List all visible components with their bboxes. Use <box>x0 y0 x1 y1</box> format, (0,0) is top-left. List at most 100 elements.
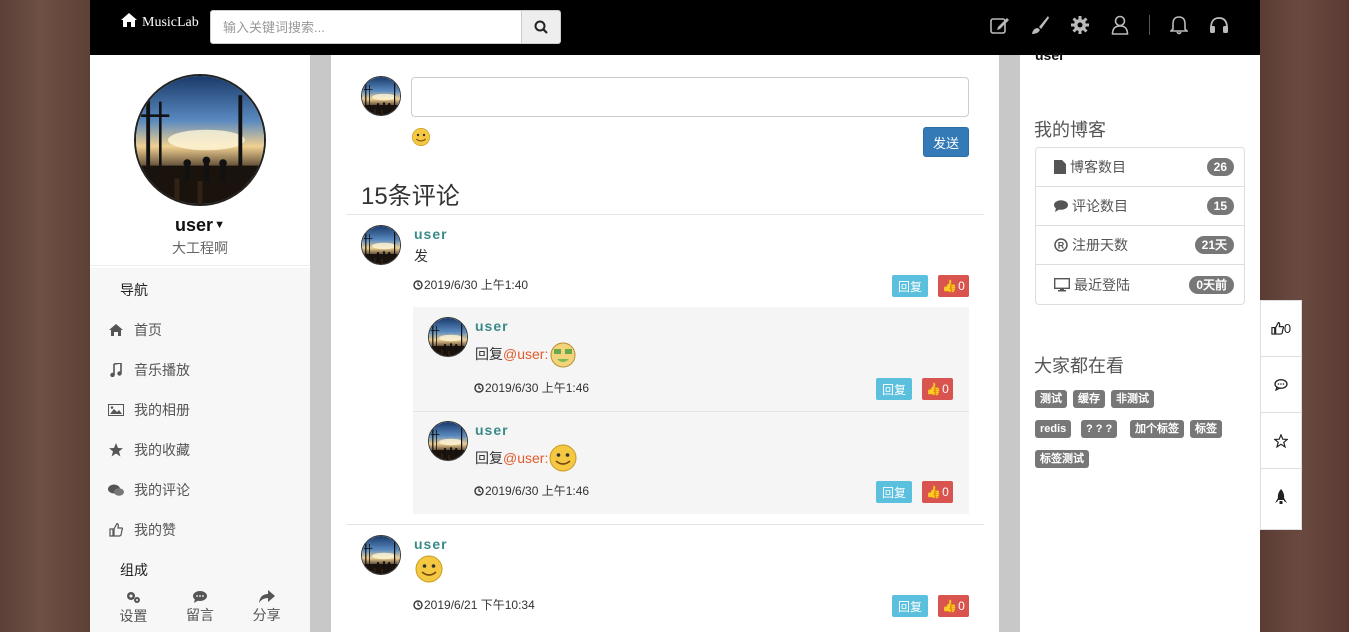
like-button[interactable]: 👍 0 <box>938 275 969 297</box>
like-count: 0 <box>958 279 965 293</box>
like-count: 0 <box>942 382 949 396</box>
smile-face-emoji <box>414 554 444 584</box>
avatar[interactable] <box>428 421 468 461</box>
settings-button[interactable]: 设置 <box>103 583 163 632</box>
sidebar-item-comments[interactable]: 我的评论 <box>108 480 190 500</box>
sidebar-item-label: 首页 <box>134 322 162 338</box>
floating-action-bar: 0 <box>1260 300 1302 530</box>
headphones-icon[interactable] <box>1208 14 1230 36</box>
home-icon <box>108 322 124 338</box>
like-button[interactable]: 👍 0 <box>938 595 969 617</box>
send-button[interactable]: 发送 <box>923 127 969 157</box>
tag[interactable]: 加个标签 <box>1130 420 1184 438</box>
stat-register-days[interactable]: R 注册天数 21天 <box>1036 226 1244 265</box>
bell-icon[interactable] <box>1168 14 1190 36</box>
comment-user[interactable]: user <box>414 226 448 242</box>
right-sidebar: user 我的博客 博客数目 26 评论数目 15 R 注册天数 21天 最近登陆… <box>1020 47 1260 632</box>
thumbs-up-icon <box>108 522 124 538</box>
gear-icon[interactable] <box>1069 14 1091 36</box>
divider <box>90 265 310 266</box>
search-input[interactable] <box>210 10 522 44</box>
share-label: 分享 <box>252 607 281 623</box>
comments-count: 15条评论 <box>361 183 460 210</box>
reply-button[interactable]: 回复 <box>892 275 928 297</box>
tag[interactable]: 标签 <box>1190 420 1222 438</box>
float-favorite-button[interactable] <box>1261 413 1301 469</box>
sidebar-item-favorites[interactable]: 我的收藏 <box>108 440 190 460</box>
user-icon[interactable] <box>1109 14 1131 36</box>
tag[interactable]: 缓存 <box>1073 390 1105 408</box>
comment-time: 2019/6/30 上午1:46 <box>474 379 589 396</box>
sidebar-item-music[interactable]: 音乐播放 <box>108 360 190 380</box>
avatar[interactable] <box>428 317 468 357</box>
tag[interactable]: redis <box>1035 420 1072 438</box>
tag[interactable]: 标签测试 <box>1035 450 1089 468</box>
brush-icon[interactable] <box>1029 14 1051 36</box>
search-icon <box>534 20 548 34</box>
comment-text: 回复 @user: <box>475 443 578 473</box>
mention-link[interactable]: @user: <box>503 346 548 362</box>
top-icons <box>989 14 1230 36</box>
profile-avatar[interactable] <box>134 74 266 206</box>
avatar[interactable] <box>361 225 401 265</box>
mention-link[interactable]: @user: <box>503 450 548 466</box>
profile-name-dropdown[interactable]: user▼ <box>90 215 310 236</box>
comment-user[interactable]: user <box>414 536 448 552</box>
stat-last-login[interactable]: 最近登陆 0天前 <box>1036 265 1244 304</box>
cogs-icon <box>127 591 141 603</box>
reply-button[interactable]: 回复 <box>876 481 912 503</box>
comment-text: 发 <box>414 248 428 264</box>
nav-section-title: 组成 <box>120 562 148 578</box>
sidebar-item-label: 我的评论 <box>134 482 190 498</box>
stat-comment-count[interactable]: 评论数目 15 <box>1036 187 1244 226</box>
like-count: 0 <box>958 599 965 613</box>
profile-name: user <box>175 215 214 235</box>
message-button[interactable]: 留言 <box>170 583 230 632</box>
hot-panel-title: 大家都在看 <box>1034 356 1124 376</box>
like-button[interactable]: 👍 0 <box>922 378 953 400</box>
search-button[interactable] <box>522 10 561 44</box>
divider <box>346 524 984 525</box>
star-icon <box>108 442 124 458</box>
comment-user[interactable]: user <box>475 318 509 334</box>
tag[interactable]: ? ? ? <box>1081 420 1118 438</box>
float-top-button[interactable] <box>1261 469 1301 525</box>
reply-button[interactable]: 回复 <box>876 378 912 400</box>
home-icon <box>120 12 138 33</box>
stat-badge: 26 <box>1206 158 1234 176</box>
sidebar-item-likes[interactable]: 我的赞 <box>108 520 176 540</box>
reply-prefix: 回复 <box>475 450 503 466</box>
comment-item: user 发 2019/6/30 上午1:40 回复 👍 0 <box>361 225 969 297</box>
replies-container: user 回复 @user: 2019/6/30 上午1:46 回复 👍 0 use… <box>413 307 969 514</box>
tag[interactable]: 非测试 <box>1111 390 1154 408</box>
brand-link[interactable]: MusicLab <box>120 12 199 33</box>
money-face-emoji <box>548 339 578 369</box>
comment-user[interactable]: user <box>475 422 509 438</box>
comment-input[interactable] <box>411 77 969 117</box>
tag[interactable]: 测试 <box>1035 390 1067 408</box>
comment-time: 2019/6/30 上午1:40 <box>413 276 528 293</box>
float-like-count: 0 <box>1283 321 1292 336</box>
float-like-button[interactable]: 0 <box>1261 301 1301 357</box>
comment-time-text: 2019/6/30 上午1:46 <box>485 381 590 395</box>
share-button[interactable]: 分享 <box>237 583 297 632</box>
sidebar-item-label: 音乐播放 <box>134 362 190 378</box>
comment-time-text: 2019/6/30 上午1:40 <box>424 278 529 292</box>
sidebar-item-album[interactable]: 我的相册 <box>108 400 190 420</box>
monitor-icon <box>1054 277 1070 291</box>
reply-button[interactable]: 回复 <box>892 595 928 617</box>
picture-icon <box>108 402 124 418</box>
avatar[interactable] <box>361 535 401 575</box>
sidebar-item-home[interactable]: 首页 <box>108 320 162 340</box>
emoji-picker-icon[interactable] <box>411 127 431 147</box>
star-icon <box>1274 433 1288 448</box>
svg-text:R: R <box>1058 241 1065 251</box>
stat-badge: 15 <box>1206 197 1234 215</box>
float-comment-button[interactable] <box>1261 357 1301 413</box>
edit-icon[interactable] <box>989 14 1011 36</box>
topbar-divider <box>1149 15 1150 35</box>
reply-item: user 回复 @user: 2019/6/30 上午1:46 回复 👍 0 <box>428 421 969 503</box>
like-button[interactable]: 👍 0 <box>922 481 953 503</box>
top-navbar: MusicLab <box>90 0 1260 55</box>
stat-blog-count[interactable]: 博客数目 26 <box>1036 148 1244 187</box>
